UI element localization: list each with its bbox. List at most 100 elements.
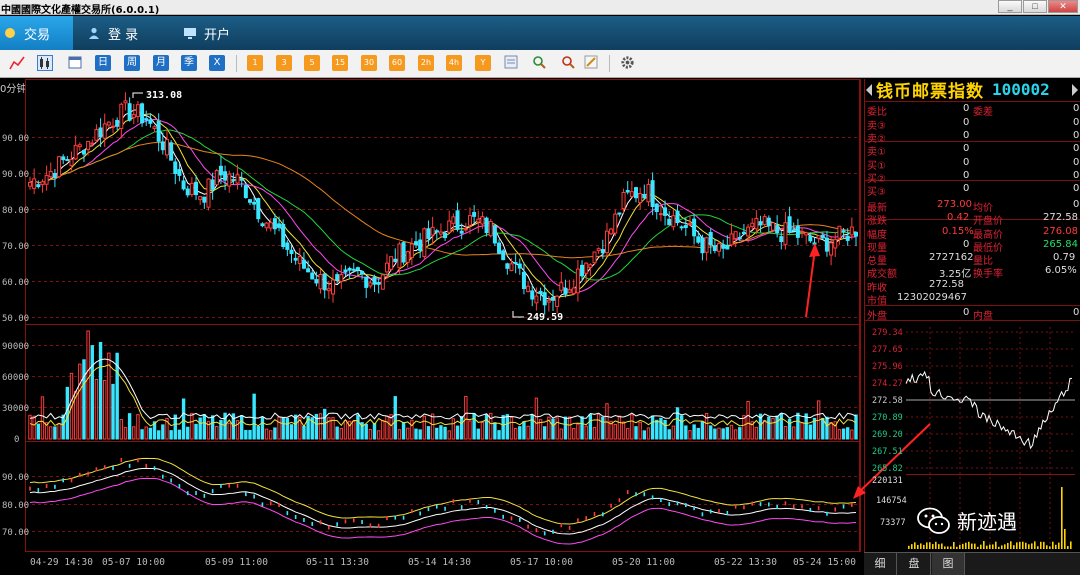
close-button[interactable]: ✕ bbox=[1048, 0, 1078, 13]
intraday-price-tick: 279.34 bbox=[872, 328, 903, 338]
volume-bar bbox=[406, 427, 410, 440]
quote-row: 市值 12302029467 bbox=[867, 292, 1079, 307]
tab-open-account[interactable]: 开户 bbox=[184, 16, 264, 50]
intraday-volume-bar bbox=[1031, 543, 1033, 549]
volume-bar bbox=[239, 415, 244, 440]
volume-bar bbox=[161, 424, 165, 440]
candle-body bbox=[646, 183, 651, 203]
window-title: 中國國際文化產權交易所(6.0.0.1) bbox=[1, 5, 160, 16]
volume-bar bbox=[289, 424, 294, 440]
intraday-volume-bar bbox=[1016, 542, 1018, 549]
candle-body bbox=[135, 104, 140, 118]
minute-60-button[interactable]: 60 bbox=[389, 55, 405, 71]
candle-body bbox=[571, 287, 576, 294]
candle-body bbox=[306, 268, 311, 273]
volume-bar bbox=[725, 427, 730, 440]
time-tick: 05-09 11:00 bbox=[205, 557, 268, 568]
volume-bar bbox=[522, 421, 526, 440]
volume-bar bbox=[65, 386, 70, 440]
candle-body bbox=[148, 119, 153, 124]
trade-icon bbox=[5, 28, 15, 38]
hour-4-button[interactable]: 4h bbox=[446, 55, 462, 71]
volume-bar bbox=[829, 421, 833, 440]
period-quarter-button[interactable]: 季 bbox=[181, 55, 197, 71]
volume-bar bbox=[754, 426, 759, 440]
intraday-volume-bar bbox=[941, 543, 943, 549]
candle-body bbox=[849, 226, 854, 236]
volume-bar bbox=[414, 428, 418, 440]
draw-pencil-icon[interactable] bbox=[583, 55, 599, 71]
intraday-volume-bar bbox=[974, 543, 976, 549]
candle-body bbox=[559, 282, 564, 291]
period-month-button[interactable]: 月 bbox=[153, 55, 169, 71]
indicator-tick: 80.00 bbox=[2, 501, 29, 511]
maximize-button[interactable]: □ bbox=[1023, 0, 1047, 13]
candle-body bbox=[360, 270, 365, 275]
candle-body bbox=[414, 241, 419, 246]
period-week-button[interactable]: 周 bbox=[124, 55, 140, 71]
candle-body bbox=[40, 181, 45, 186]
candle-body bbox=[617, 212, 622, 215]
candle-body bbox=[650, 180, 655, 207]
intraday-volume-bar bbox=[1067, 546, 1069, 549]
intraday-volume-bar bbox=[911, 544, 913, 549]
tab-market[interactable]: 盘 bbox=[898, 553, 931, 575]
volume-bar bbox=[418, 429, 422, 440]
tab-detail[interactable]: 细 bbox=[864, 553, 897, 575]
time-tick: 05-24 15:00 bbox=[793, 557, 856, 568]
tab-login[interactable]: 登 录 bbox=[88, 16, 168, 50]
candle-body bbox=[737, 237, 742, 240]
settings-gear-icon[interactable] bbox=[619, 55, 635, 71]
candle-body bbox=[185, 188, 190, 196]
candle-body bbox=[721, 244, 726, 249]
volume-bar bbox=[638, 421, 642, 440]
volume-bar bbox=[733, 429, 738, 440]
zoom-in-icon[interactable] bbox=[531, 55, 547, 71]
candle-body bbox=[845, 235, 850, 241]
next-arrow-icon[interactable] bbox=[1072, 84, 1078, 96]
candle-body bbox=[841, 230, 846, 233]
quote-value: 273.00 bbox=[937, 199, 972, 210]
minute-15-button[interactable]: 15 bbox=[332, 55, 348, 71]
notes-icon[interactable] bbox=[503, 55, 519, 71]
volume-bar bbox=[542, 426, 547, 440]
candle-body bbox=[77, 144, 82, 148]
candlestick-icon[interactable] bbox=[37, 55, 53, 71]
minute-1-button[interactable]: 1 bbox=[247, 55, 263, 71]
candle-body bbox=[513, 262, 518, 265]
candle-body bbox=[310, 272, 315, 280]
intraday-volume-bar bbox=[1013, 545, 1015, 549]
minute-5-button[interactable]: 5 bbox=[304, 55, 320, 71]
intraday-volume-bar bbox=[965, 542, 967, 549]
intraday-volume-bar bbox=[1025, 542, 1027, 549]
prev-arrow-icon[interactable] bbox=[866, 84, 872, 96]
candle-body bbox=[335, 274, 340, 281]
candle-body bbox=[642, 194, 647, 199]
quote-divider bbox=[864, 305, 1080, 306]
line-chart-icon[interactable] bbox=[9, 55, 25, 71]
year-button[interactable]: Y bbox=[475, 55, 491, 71]
candle-body bbox=[492, 225, 497, 244]
zoom-out-icon[interactable] bbox=[560, 55, 576, 71]
candle-body bbox=[613, 213, 618, 234]
quote-row: 卖① 0 0 bbox=[867, 143, 1079, 158]
calendar-icon[interactable] bbox=[67, 55, 83, 71]
volume-bar bbox=[796, 412, 800, 440]
period-day-button[interactable]: 日 bbox=[95, 55, 111, 71]
intraday-volume-bar bbox=[1010, 541, 1012, 549]
candle-body bbox=[804, 232, 809, 236]
volume-bar bbox=[642, 430, 647, 440]
quote-row: 成交额 3.25亿 换手率 6.05% bbox=[867, 265, 1079, 280]
minimize-button[interactable]: _ bbox=[998, 0, 1022, 13]
minute-3-button[interactable]: 3 bbox=[276, 55, 292, 71]
volume-bar bbox=[82, 359, 86, 440]
period-x-button[interactable]: X bbox=[209, 55, 225, 71]
tab-chart[interactable]: 图 bbox=[932, 553, 965, 575]
hour-2-button[interactable]: 2h bbox=[418, 55, 434, 71]
candle-body bbox=[372, 276, 377, 285]
candle-body bbox=[634, 187, 639, 199]
candle-body bbox=[164, 139, 169, 156]
quote-row: 幅度 0.15% 最高价 276.08 bbox=[867, 226, 1079, 241]
tab-trade[interactable]: 交易 bbox=[0, 16, 73, 50]
minute-30-button[interactable]: 30 bbox=[361, 55, 377, 71]
